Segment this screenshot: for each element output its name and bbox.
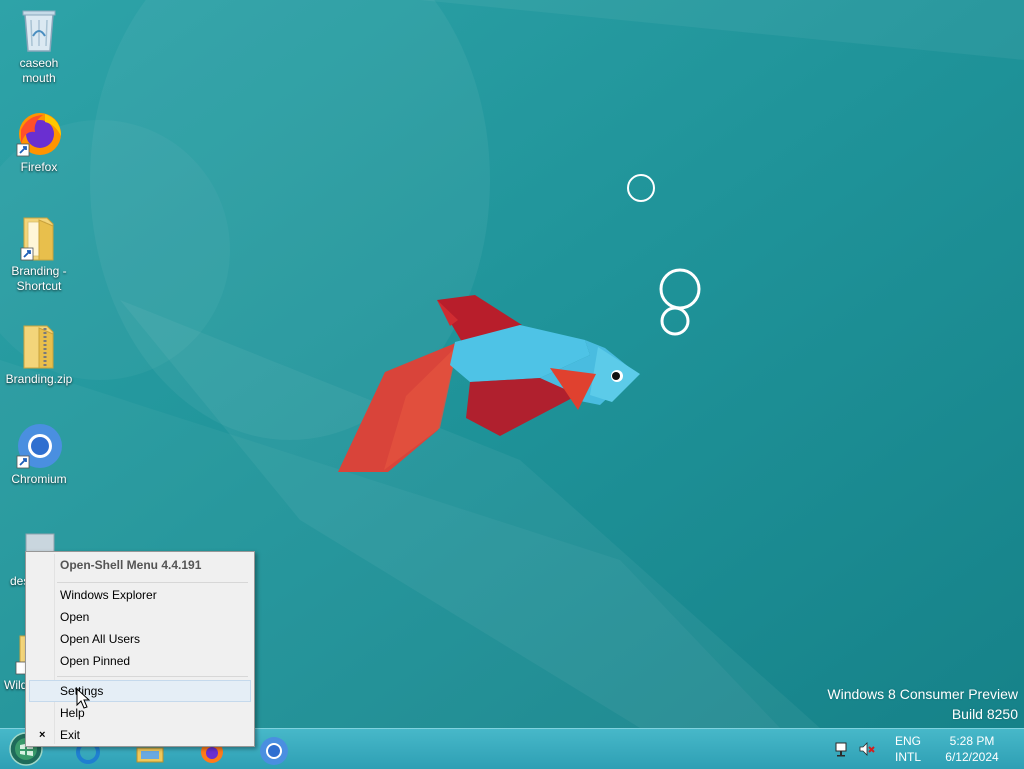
desktop-icon-label: Chromium [11,472,67,486]
desktop-icon-recycle-bin[interactable]: caseoh mouth [4,6,74,86]
language-code: ENG [894,734,921,748]
recycle-bin-icon [22,10,56,52]
menu-item-exit[interactable]: × Exit [29,724,251,746]
watermark-line1: Windows 8 Consumer Preview [827,686,1018,702]
desktop-icon-branding-zip[interactable]: Branding.zip [4,322,74,387]
desktop-icon-label: mouth [22,71,56,85]
watermark-line2: Build 8250 [951,706,1018,722]
folder-icon [20,217,54,261]
clock-date: 6/12/2024 [945,750,999,764]
open-shell-context-menu: Open-Shell Menu 4.4.191 Windows Explorer… [25,551,255,747]
desktop-icon-branding-shortcut[interactable]: Branding - Shortcut [4,214,74,294]
clock-time: 5:28 PM [949,734,995,748]
menu-item-exit-label: Exit [60,728,81,742]
menu-item-settings[interactable]: Settings [29,680,251,702]
menu-item-open-all-users[interactable]: Open All Users [29,628,251,650]
desktop-icon-label: Firefox [20,160,58,174]
taskbar-chromium-button[interactable] [252,729,296,769]
keyboard-layout: INTL [894,750,921,764]
chromium-icon [260,737,288,765]
close-icon: × [39,729,46,741]
menu-header: Open-Shell Menu 4.4.191 [60,558,202,572]
desktop-icon-firefox[interactable]: Firefox [4,110,74,175]
menu-item-windows-explorer[interactable]: Windows Explorer [29,584,251,606]
system-tray: ENG INTL 5:28 PM 6/12/2024 [834,729,1024,769]
clock[interactable]: 5:28 PM 6/12/2024 [940,733,1004,765]
menu-separator [57,676,248,677]
desktop-icon-label: caseoh [19,56,59,70]
menu-item-open-pinned[interactable]: Open Pinned [29,650,251,672]
menu-separator [57,582,248,583]
network-icon[interactable] [834,740,852,758]
menu-item-open[interactable]: Open [29,606,251,628]
desktop-icon-chromium[interactable]: Chromium [4,422,74,487]
chromium-icon [16,424,62,469]
desktop-icon-label: Branding - [11,264,67,278]
desktop-icon-label: Shortcut [16,279,62,293]
menu-item-help[interactable]: Help [29,702,251,724]
firefox-icon [16,113,61,157]
desktop-icon-label: Branding.zip [5,372,73,386]
build-watermark: Windows 8 Consumer Preview Build 8250 [827,684,1018,724]
mouse-cursor-icon [76,688,90,709]
volume-muted-icon[interactable] [858,740,876,758]
zip-folder-icon [23,325,54,369]
input-language[interactable]: ENG INTL [890,733,926,765]
